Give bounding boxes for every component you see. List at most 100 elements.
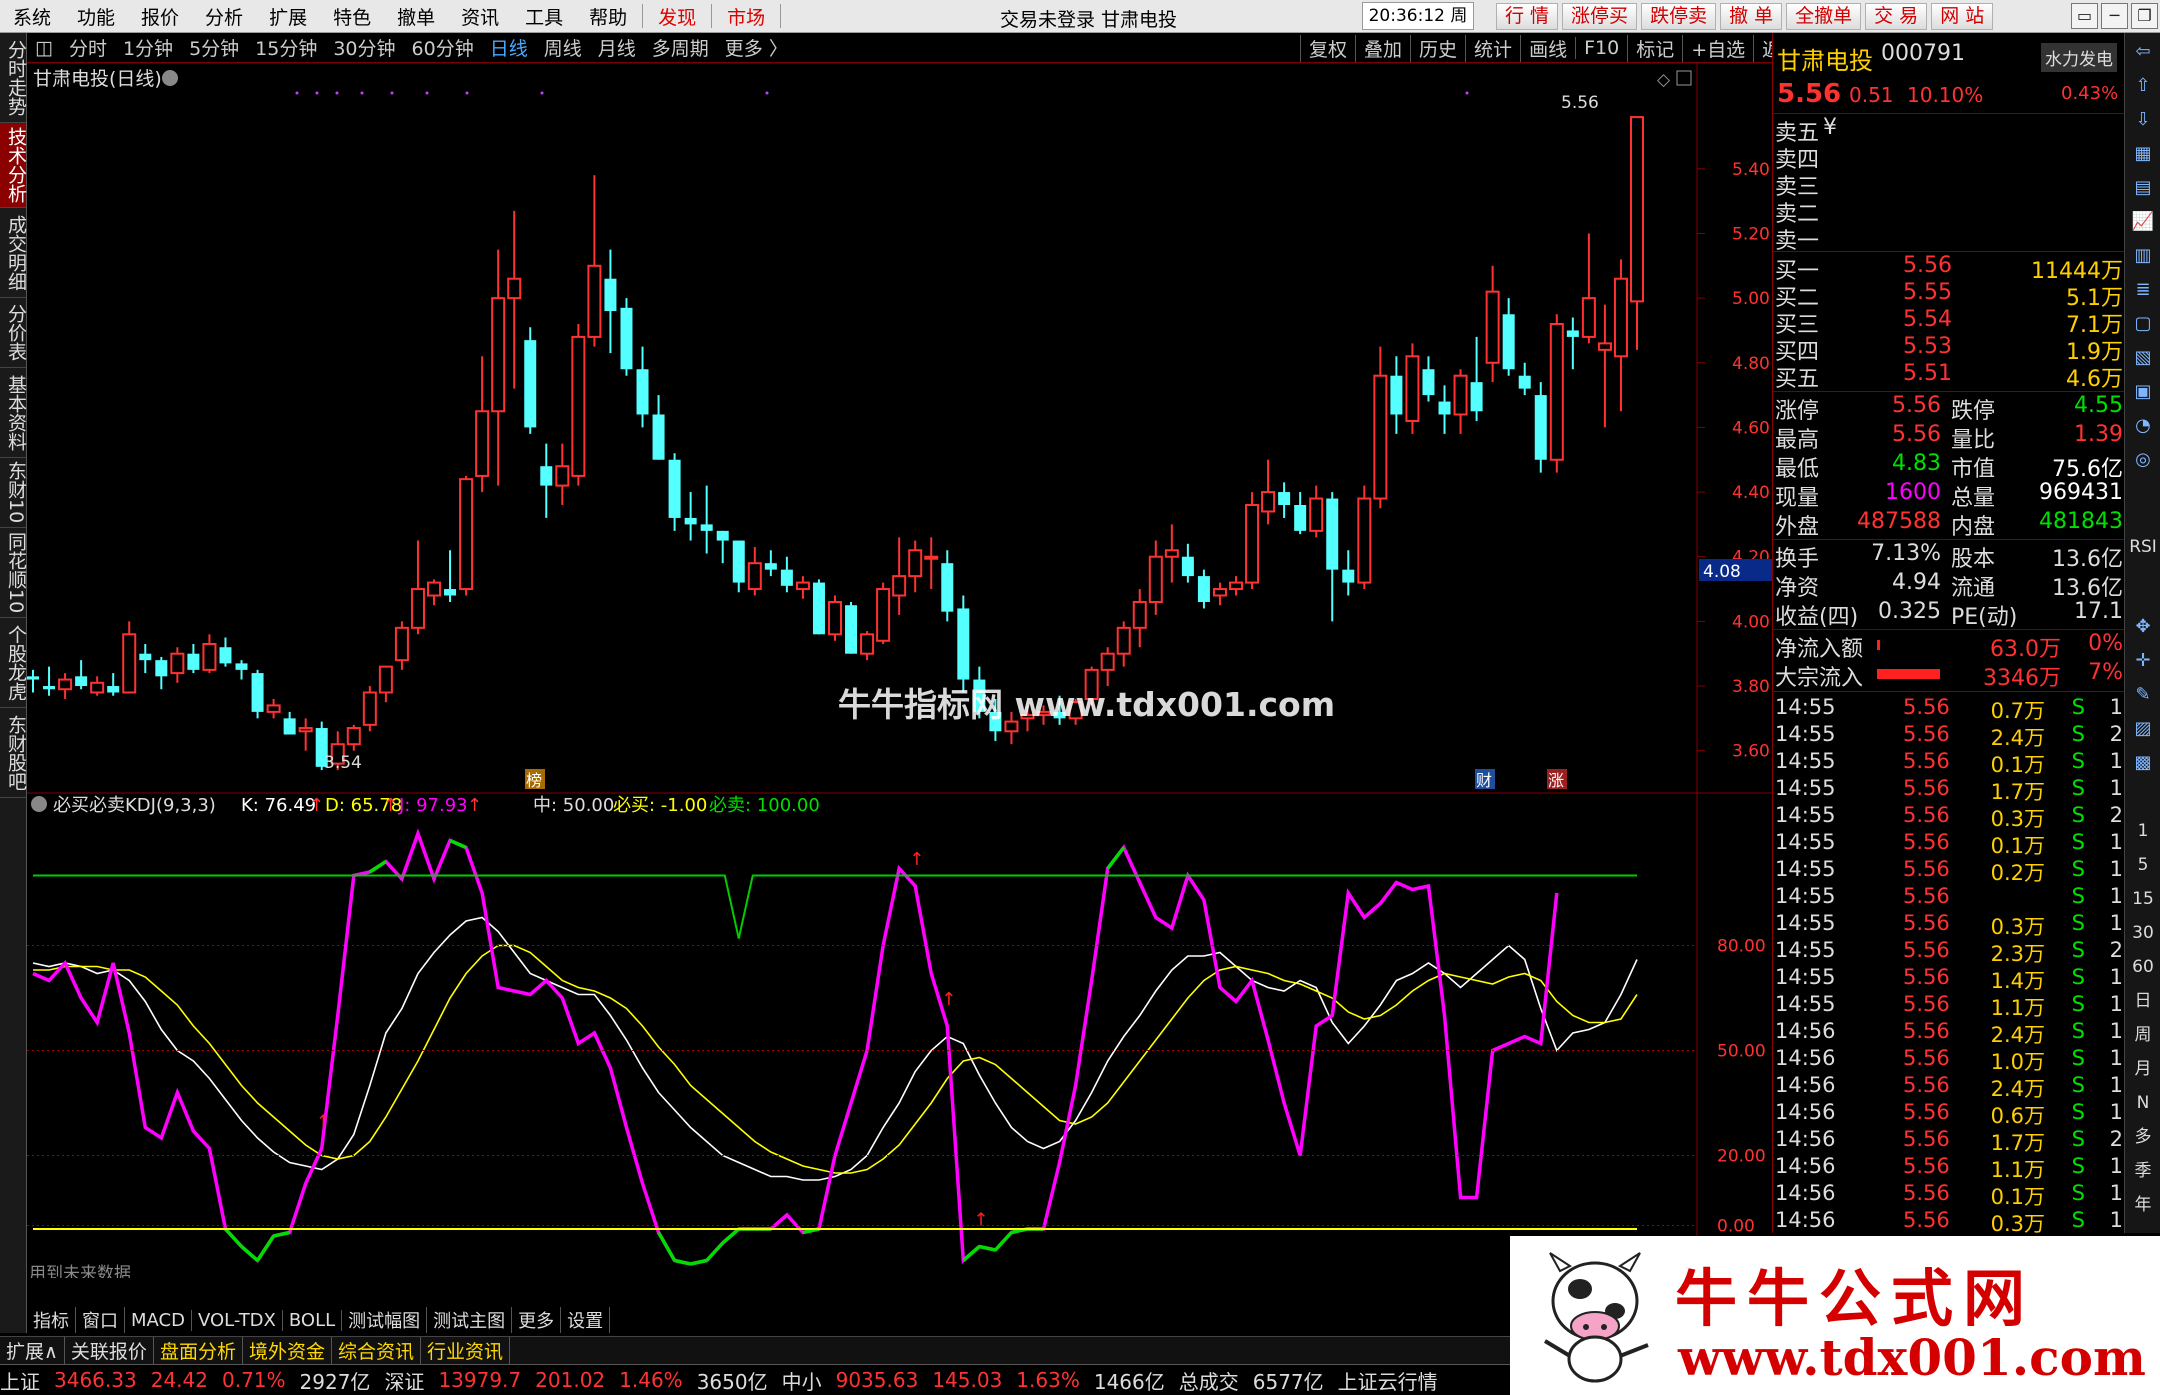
quick-button-5[interactable]: 交 易 — [1865, 3, 1928, 30]
pen-icon[interactable]: ✎ — [2129, 681, 2157, 709]
target-icon[interactable]: ◎ — [2129, 446, 2157, 474]
table2-icon[interactable]: ▩ — [2129, 749, 2157, 777]
extension-tab-3[interactable]: 境外资金 — [243, 1337, 332, 1364]
menu-item-4[interactable]: 扩展 — [256, 3, 320, 30]
menu-red-item-0[interactable]: 发现 — [645, 3, 709, 30]
period-8[interactable]: 月线 — [590, 34, 644, 61]
period-10[interactable]: 更多 〉 — [717, 34, 796, 61]
indicator-tab-0[interactable]: 指标 — [27, 1307, 76, 1333]
period-4[interactable]: 30分钟 — [325, 34, 403, 61]
period-1[interactable]: 1分钟 — [115, 34, 181, 61]
quick-button-0[interactable]: 行 情 — [1496, 3, 1559, 30]
arrow-up-icon[interactable]: ⇦ — [2129, 38, 2157, 66]
move-icon[interactable]: ✥ — [2129, 613, 2157, 641]
period-shortcut-9[interactable]: N — [2129, 1089, 2157, 1117]
menu-item-1[interactable]: 功能 — [64, 3, 128, 30]
chart-tool-5[interactable]: F10 — [1575, 37, 1627, 59]
fz-icon[interactable]: ▣ — [2129, 378, 2157, 406]
period-7[interactable]: 周线 — [536, 34, 590, 61]
chart-tool-0[interactable]: 复权 — [1300, 34, 1355, 62]
maximize-pane-icon[interactable] — [1676, 70, 1692, 86]
indicator-tab-6[interactable]: 测试主图 — [427, 1307, 513, 1333]
chart-area[interactable]: 3.60 3.80 4.00 4.20 4.40 4.60 4.80 5.00 5.20 5.40… — [27, 62, 1772, 1308]
period-shortcut-0[interactable]: RSI — [2129, 533, 2157, 561]
period-9[interactable]: 多周期 — [644, 34, 717, 61]
quick-button-4[interactable]: 全撤单 — [1786, 3, 1862, 30]
extension-tab-4[interactable]: 综合资讯 — [332, 1337, 421, 1364]
indicator-tab-2[interactable]: MACD — [125, 1309, 192, 1331]
menu-item-3[interactable]: 分析 — [192, 3, 256, 30]
period-shortcut-10[interactable]: 多 — [2129, 1123, 2157, 1151]
extension-tab-1[interactable]: 关联报价 — [65, 1337, 154, 1364]
indicator-tab-8[interactable]: 设置 — [561, 1307, 611, 1333]
period-5[interactable]: 60分钟 — [404, 34, 482, 61]
period-shortcut-1[interactable]: 1 — [2129, 817, 2157, 845]
menu-item-2[interactable]: 报价 — [128, 3, 192, 30]
period-shortcut-6[interactable]: 日 — [2129, 987, 2157, 1015]
restore-icon[interactable]: ▭ — [2071, 3, 2098, 29]
indicator-dropdown-icon[interactable] — [31, 796, 47, 812]
candle-icon[interactable]: ▥ — [2129, 242, 2157, 270]
fs-icon[interactable]: ▨ — [2129, 715, 2157, 743]
period-bar-toggle-icon[interactable]: ◫ — [27, 37, 61, 59]
left-tab-8[interactable]: 东财股吧 — [0, 708, 27, 798]
badge-cai[interactable]: 财 — [1476, 771, 1492, 790]
period-2[interactable]: 5分钟 — [181, 34, 247, 61]
index-item[interactable]: 上证云行情 — [1338, 1366, 1438, 1395]
chart-tool-3[interactable]: 统计 — [1465, 34, 1520, 62]
chart-title-dropdown-icon[interactable] — [162, 70, 178, 86]
left-tab-5[interactable]: 东财10 — [0, 458, 27, 528]
kline-chart-svg[interactable]: 3.603.804.004.204.404.604.805.005.205.40… — [27, 62, 1772, 1308]
chart-line-icon[interactable]: 📈 — [2129, 208, 2157, 236]
menu-red-item-1[interactable]: 市场 — [714, 3, 778, 30]
period-shortcut-2[interactable]: 5 — [2129, 851, 2157, 879]
period-shortcut-3[interactable]: 15 — [2129, 885, 2157, 913]
left-tab-1[interactable]: 技术分析 — [0, 123, 27, 208]
chart-tool-6[interactable]: 标记 — [1627, 34, 1682, 62]
indicator-tab-5[interactable]: 测试幅图 — [342, 1307, 428, 1333]
quick-button-1[interactable]: 涨停买 — [1562, 3, 1638, 30]
chart-tool-2[interactable]: 历史 — [1410, 34, 1465, 62]
menu-item-7[interactable]: 资讯 — [448, 3, 512, 30]
f10-icon[interactable]: ▢ — [2129, 310, 2157, 338]
left-tab-2[interactable]: 成交明细 — [0, 208, 27, 298]
indicator-tab-7[interactable]: 更多 — [512, 1307, 562, 1333]
crosshair-icon[interactable]: ✛ — [2129, 647, 2157, 675]
extension-tab-5[interactable]: 行业资讯 — [421, 1337, 510, 1364]
arrow-down-icon[interactable]: ⇩ — [2129, 106, 2157, 134]
quick-button-2[interactable]: 跌停卖 — [1641, 3, 1717, 30]
maximize-icon[interactable]: ❐ — [2131, 3, 2158, 29]
menu-item-6[interactable]: 撤单 — [384, 3, 448, 30]
period-6[interactable]: 日线 — [482, 34, 536, 61]
indicator-tab-4[interactable]: BOLL — [283, 1309, 343, 1331]
badge-zhang[interactable]: 涨 — [1548, 771, 1564, 790]
chart-tool-1[interactable]: 叠加 — [1355, 34, 1410, 62]
chart-pie-icon[interactable]: ◔ — [2129, 412, 2157, 440]
diamond-icon[interactable]: ◇ — [1657, 70, 1671, 90]
period-shortcut-12[interactable]: 年 — [2129, 1191, 2157, 1219]
period-shortcut-8[interactable]: 月 — [2129, 1055, 2157, 1083]
period-shortcut-4[interactable]: 30 — [2129, 919, 2157, 947]
table-icon[interactable]: ▤ — [2129, 174, 2157, 202]
left-tab-4[interactable]: 基本资料 — [0, 368, 27, 458]
period-0[interactable]: 分时 — [61, 34, 115, 61]
left-tab-0[interactable]: 分时走势 — [0, 33, 27, 123]
left-tab-7[interactable]: 个股龙虎 — [0, 618, 27, 708]
indicator-tab-1[interactable]: 窗口 — [76, 1307, 125, 1333]
chart-tool-4[interactable]: 画线 — [1520, 34, 1575, 62]
extension-tab-2[interactable]: 盘面分析 — [154, 1337, 243, 1364]
menu-item-0[interactable]: 系统 — [0, 3, 64, 30]
left-tab-3[interactable]: 分价表 — [0, 298, 27, 368]
grid-icon[interactable]: ▦ — [2129, 140, 2157, 168]
quick-button-6[interactable]: 网 站 — [1931, 3, 1994, 30]
arrow-up-outline-icon[interactable]: ⇧ — [2129, 72, 2157, 100]
menu-item-5[interactable]: 特色 — [320, 3, 384, 30]
period-3[interactable]: 15分钟 — [247, 34, 325, 61]
minimize-icon[interactable]: ─ — [2101, 3, 2128, 29]
menu-item-8[interactable]: 工具 — [512, 3, 576, 30]
list-icon[interactable]: ≣ — [2129, 276, 2157, 304]
badge-bang[interactable]: 榜 — [526, 771, 542, 790]
period-shortcut-7[interactable]: 周 — [2129, 1021, 2157, 1049]
industry-tag[interactable]: 水力发电 — [2041, 43, 2117, 72]
menu-item-9[interactable]: 帮助 — [576, 3, 640, 30]
